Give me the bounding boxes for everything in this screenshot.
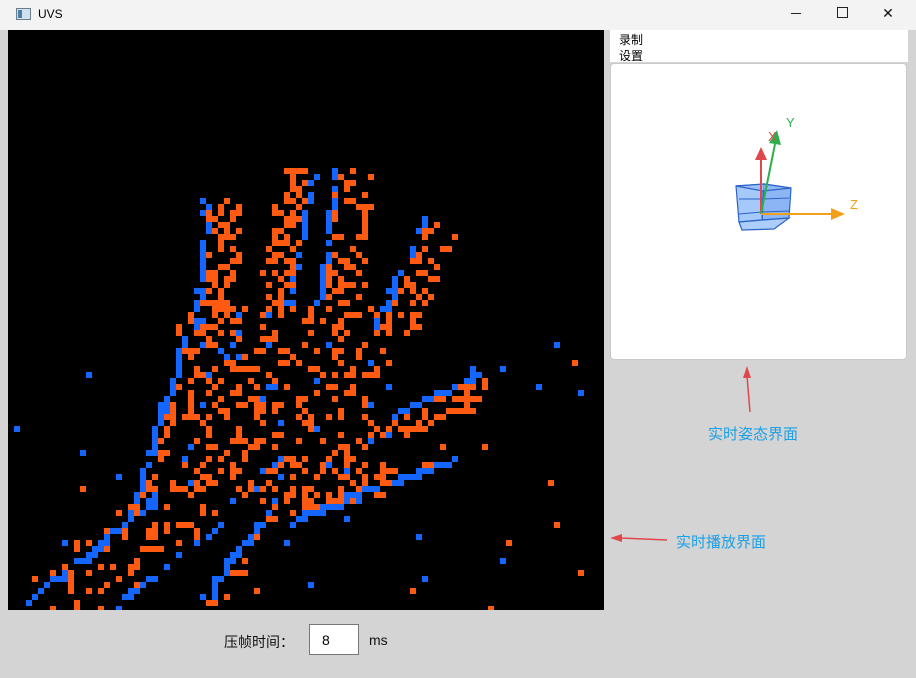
main-window: 录制 设置 X Y Z 压帧时间： ms bbox=[8, 30, 908, 670]
app-icon bbox=[16, 8, 31, 20]
z-axis-arrowhead bbox=[831, 208, 845, 220]
window-maximize-icon bbox=[836, 7, 848, 18]
minimize-button[interactable] bbox=[773, 0, 819, 30]
close-icon: ✕ bbox=[882, 6, 894, 22]
menu-panel: 录制 设置 bbox=[610, 30, 908, 64]
x-axis-label: X bbox=[768, 129, 777, 144]
y-axis-label: Y bbox=[786, 115, 795, 130]
event-camera-canvas bbox=[14, 168, 584, 610]
window-title: UVS bbox=[38, 7, 63, 21]
x-axis-arrowhead bbox=[755, 147, 767, 160]
title-bar: UVS ✕ bbox=[0, 0, 916, 30]
menu-item-record[interactable]: 录制 bbox=[619, 31, 643, 48]
pose-annotation-label: 实时姿态界面 bbox=[708, 425, 799, 443]
maximize-button[interactable] bbox=[819, 0, 865, 30]
menu-item-settings[interactable]: 设置 bbox=[619, 47, 643, 64]
control-bar bbox=[8, 610, 604, 670]
event-playback-view bbox=[8, 30, 604, 610]
frame-time-unit: ms bbox=[369, 632, 388, 648]
playback-annotation-label: 实时播放界面 bbox=[676, 533, 767, 551]
frame-time-input[interactable] bbox=[309, 624, 359, 655]
pose-3d-view: X Y Z bbox=[735, 115, 858, 231]
frame-time-label: 压帧时间： bbox=[224, 635, 294, 651]
window-minimize-icon bbox=[791, 12, 801, 14]
pose-view-panel: X Y Z bbox=[610, 63, 907, 360]
close-button[interactable]: ✕ bbox=[865, 0, 911, 30]
z-axis-label: Z bbox=[850, 197, 858, 212]
pose-cube bbox=[735, 183, 792, 231]
